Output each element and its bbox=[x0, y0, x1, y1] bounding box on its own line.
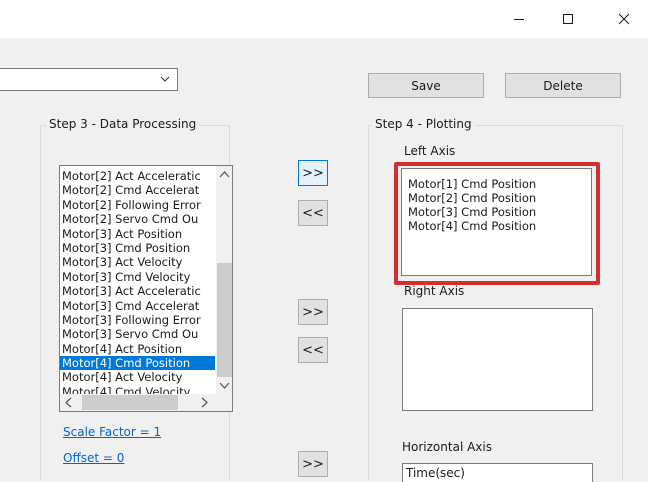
list-item[interactable]: Motor[2] Act Acceleratic bbox=[60, 169, 215, 183]
remove-from-left-axis-button[interactable]: << bbox=[298, 200, 328, 226]
list-item[interactable]: Motor[2] Servo Cmd Ou bbox=[60, 212, 215, 226]
list-item[interactable]: Motor[4] Act Position bbox=[60, 342, 215, 356]
list-item[interactable]: Motor[3] Cmd Position bbox=[60, 241, 215, 255]
list-item[interactable]: Motor[3] Servo Cmd Ou bbox=[60, 327, 215, 341]
scroll-left-icon[interactable] bbox=[64, 397, 73, 408]
step4-title: Step 4 - Plotting bbox=[372, 117, 475, 131]
list-item[interactable]: Motor[2] Cmd Accelerat bbox=[60, 183, 215, 197]
add-to-horizontal-axis-button[interactable]: >> bbox=[298, 451, 328, 477]
horizontal-axis-label: Horizontal Axis bbox=[402, 440, 492, 454]
signal-list-items: Motor[2] Act Acceleratic Motor[2] Cmd Ac… bbox=[60, 169, 215, 399]
scrollbar-corner bbox=[216, 394, 232, 411]
maximize-icon bbox=[563, 14, 573, 24]
configuration-combo[interactable] bbox=[0, 68, 178, 91]
list-item[interactable]: Motor[3] Act Acceleratic bbox=[60, 284, 215, 298]
scroll-up-icon[interactable] bbox=[219, 170, 230, 179]
minimize-button[interactable] bbox=[495, 0, 543, 38]
offset-link[interactable]: Offset = 0 bbox=[63, 451, 124, 465]
maximize-button[interactable] bbox=[544, 0, 592, 38]
minimize-icon bbox=[514, 19, 524, 20]
list-item[interactable]: Motor[3] Following Error bbox=[60, 313, 215, 327]
signal-list[interactable]: Motor[2] Act Acceleratic Motor[2] Cmd Ac… bbox=[59, 165, 233, 412]
horizontal-scrollbar[interactable] bbox=[60, 394, 216, 411]
chevron-down-icon bbox=[160, 76, 170, 82]
add-to-left-axis-button[interactable]: >> bbox=[298, 160, 328, 186]
scroll-down-icon[interactable] bbox=[219, 381, 230, 390]
right-axis-label: Right Axis bbox=[404, 284, 465, 298]
list-item[interactable]: Motor[3] Cmd Velocity bbox=[60, 270, 215, 284]
list-item[interactable]: Motor[3] Act Velocity bbox=[60, 255, 215, 269]
remove-from-right-axis-button[interactable]: << bbox=[298, 337, 328, 363]
close-button[interactable] bbox=[600, 0, 648, 38]
list-item[interactable]: Motor[2] Following Error bbox=[60, 198, 215, 212]
step3-title: Step 3 - Data Processing bbox=[46, 117, 200, 131]
vertical-scroll-thumb[interactable] bbox=[217, 263, 232, 377]
list-item[interactable]: Motor[3] Act Position bbox=[60, 227, 215, 241]
list-item-selected[interactable]: Motor[4] Cmd Position bbox=[60, 356, 215, 371]
left-axis-label: Left Axis bbox=[404, 144, 456, 158]
scroll-right-icon[interactable] bbox=[200, 397, 209, 408]
list-item[interactable]: Motor[4] Act Velocity bbox=[60, 370, 215, 384]
left-axis-highlight bbox=[394, 162, 600, 285]
horizontal-scroll-thumb[interactable] bbox=[82, 395, 178, 410]
scale-factor-link[interactable]: Scale Factor = 1 bbox=[63, 425, 161, 439]
close-icon bbox=[618, 13, 630, 25]
save-button[interactable]: Save bbox=[368, 73, 484, 98]
delete-button[interactable]: Delete bbox=[505, 73, 621, 98]
list-item[interactable]: Motor[3] Cmd Accelerat bbox=[60, 299, 215, 313]
add-to-right-axis-button[interactable]: >> bbox=[298, 299, 328, 325]
right-axis-list[interactable] bbox=[402, 308, 593, 411]
menu-strip bbox=[0, 38, 648, 66]
horizontal-axis-field[interactable]: Time(sec) bbox=[402, 463, 593, 482]
vertical-scrollbar[interactable] bbox=[216, 166, 232, 394]
